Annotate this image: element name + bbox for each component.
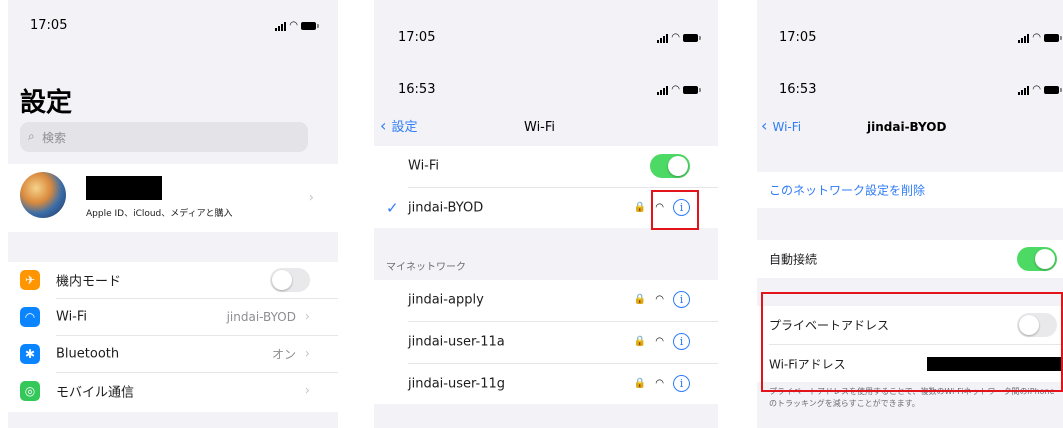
nav-title: Wi-Fi: [524, 120, 556, 135]
lock-icon: 🔒: [633, 294, 646, 305]
lock-icon: 🔒: [633, 202, 646, 213]
chevron-right-icon: ›: [304, 346, 310, 362]
network-name: jindai-user-11g: [408, 376, 505, 392]
status-icons: ◠: [657, 84, 701, 95]
battery-icon: [683, 34, 701, 42]
network-detail-screen: 17:05 ◠ 16:53 ◠ ‹ Wi-Fi jindai-BYOD このネッ…: [757, 0, 1063, 428]
settings-row-bluetooth[interactable]: ✱ Bluetooth オン ›: [8, 336, 338, 372]
lock-icon: 🔒: [633, 336, 646, 347]
network-name: jindai-user-11a: [408, 334, 505, 350]
auto-join-row: 自動接続: [757, 240, 1063, 278]
network-row[interactable]: jindai-apply 🔒 ◠ i: [374, 280, 718, 320]
avatar: [20, 172, 66, 218]
section-header: マイネットワーク: [386, 262, 466, 273]
row-label: 機内モード: [56, 274, 122, 290]
wifi-status-icon: ◠: [671, 32, 680, 43]
row-label: Bluetooth: [56, 346, 120, 362]
redacted-name: [86, 176, 162, 200]
chevron-right-icon: ›: [304, 309, 310, 325]
battery-icon: [1044, 86, 1062, 94]
status-icons: ◠: [1018, 84, 1062, 95]
auto-join-toggle[interactable]: [1017, 247, 1057, 271]
airplane-icon: ✈: [20, 270, 40, 290]
profile-subtitle: Apple ID、iCloud、メディアと購入: [86, 209, 233, 219]
wifi-screen: 17:05 ◠ 16:53 ◠ ‹ 設定 Wi-Fi Wi-Fi ✓ jinda…: [374, 0, 718, 428]
nav-title: jindai-BYOD: [867, 120, 947, 134]
battery-icon: [301, 22, 319, 30]
back-button[interactable]: ‹ 設定: [380, 116, 418, 135]
info-icon[interactable]: i: [673, 291, 690, 308]
search-placeholder: 検索: [42, 131, 67, 145]
forget-network-row[interactable]: このネットワーク設定を削除: [757, 172, 1063, 208]
my-networks-list: jindai-apply 🔒 ◠ i jindai-user-11a 🔒 ◠ i…: [374, 280, 718, 404]
settings-row-airplane[interactable]: ✈ 機内モード: [8, 262, 338, 298]
status-icons: ◠: [657, 32, 701, 43]
wifi-status-icon: ◠: [1032, 84, 1041, 95]
highlight-box: [651, 190, 699, 230]
back-label: Wi-Fi: [772, 120, 802, 134]
forget-network-button[interactable]: このネットワーク設定を削除: [769, 182, 925, 199]
checkmark-icon: ✓: [386, 199, 399, 217]
network-name: jindai-BYOD: [408, 200, 484, 216]
signal-icon: [657, 85, 669, 95]
status-icons: ◠: [275, 20, 319, 31]
page-title: 設定: [20, 88, 73, 118]
status-icons: ◠: [1018, 32, 1062, 43]
search-bar[interactable]: ⌕ 検索: [20, 122, 308, 152]
bluetooth-icon: ✱: [20, 344, 40, 364]
wifi-signal-icon: ◠: [655, 336, 664, 347]
network-row[interactable]: jindai-user-11a 🔒 ◠ i: [374, 322, 718, 362]
outer-status-time: 17:05: [398, 30, 436, 45]
search-icon: ⌕: [28, 129, 35, 143]
status-time: 16:53: [779, 82, 817, 97]
antenna-icon: ◎: [20, 381, 40, 401]
chevron-left-icon: ‹: [380, 116, 387, 135]
airplane-toggle[interactable]: [270, 268, 310, 292]
battery-icon: [683, 86, 701, 94]
row-value: オン: [271, 347, 296, 362]
chevron-right-icon: ›: [308, 190, 314, 206]
settings-row-wifi[interactable]: ◠ Wi-Fi jindai-BYOD ›: [8, 299, 338, 335]
signal-icon: [657, 33, 669, 43]
signal-icon: [275, 21, 287, 31]
wifi-status-icon: ◠: [289, 20, 298, 31]
network-name: jindai-apply: [408, 292, 484, 308]
wifi-status-icon: ◠: [1032, 32, 1041, 43]
back-button[interactable]: ‹ Wi-Fi: [761, 116, 801, 135]
network-row[interactable]: jindai-user-11g 🔒 ◠ i: [374, 364, 718, 404]
signal-icon: [1018, 85, 1030, 95]
back-label: 設定: [391, 120, 418, 135]
profile-row[interactable]: Apple ID、iCloud、メディアと購入 ›: [8, 164, 338, 232]
info-icon[interactable]: i: [673, 375, 690, 392]
wifi-signal-icon: ◠: [655, 378, 664, 389]
info-icon[interactable]: i: [673, 333, 690, 350]
wifi-toggle[interactable]: [650, 154, 690, 178]
row-label: Wi-Fi: [408, 158, 440, 174]
status-time: 17:05: [30, 18, 68, 33]
settings-row-cellular[interactable]: ◎ モバイル通信 ›: [8, 373, 338, 409]
signal-icon: [1018, 33, 1030, 43]
row-label: モバイル通信: [56, 385, 135, 401]
wifi-toggle-row: Wi-Fi: [374, 146, 718, 186]
row-label: 自動接続: [769, 252, 818, 267]
highlight-box: [761, 292, 1063, 392]
row-label: Wi-Fi: [56, 309, 88, 325]
wifi-icon: ◠: [20, 307, 40, 327]
settings-list: ✈ 機内モード ◠ Wi-Fi jindai-BYOD › ✱ Bluetoot…: [8, 262, 338, 412]
battery-icon: [1044, 34, 1062, 42]
chevron-left-icon: ‹: [761, 116, 768, 135]
wifi-signal-icon: ◠: [655, 294, 664, 305]
lock-icon: 🔒: [633, 378, 646, 389]
chevron-right-icon: ›: [304, 383, 310, 399]
settings-screen: 17:05 ◠ 設定 ⌕ 検索 Apple ID、iCloud、メディアと購入 …: [8, 0, 338, 428]
outer-status-time: 17:05: [779, 30, 817, 45]
status-time: 16:53: [398, 82, 436, 97]
wifi-status-icon: ◠: [671, 84, 680, 95]
row-value: jindai-BYOD: [226, 310, 296, 324]
